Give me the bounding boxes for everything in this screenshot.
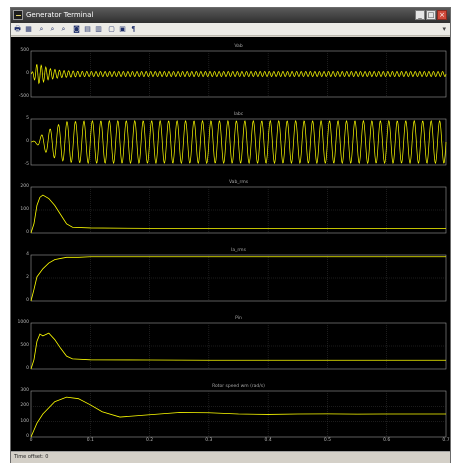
x-tick-label: 0.2 [145, 438, 154, 443]
y-tick-label: 0 [26, 71, 29, 76]
y-tick-label: 0 [26, 366, 29, 371]
y-tick-label: 300 [20, 388, 29, 393]
title-bar[interactable]: Generator Terminal _ □ × [11, 8, 450, 23]
y-tick-label: -5 [24, 162, 30, 167]
y-tick-label: 100 [20, 207, 29, 212]
y-tick-label: 200 [20, 403, 29, 409]
close-button[interactable]: × [437, 10, 447, 20]
x-tick-label: 0.6 [383, 438, 391, 443]
x-tick-label: 0.7 [442, 438, 450, 443]
toolbar-dropdown-arrow-icon[interactable]: ▾ [442, 25, 446, 33]
legend-icon[interactable]: ¶ [129, 25, 138, 34]
plot-title: Ia_rms [231, 248, 246, 253]
status-bar: Time offset: 0 [11, 451, 450, 463]
y-tick-label: 5 [26, 116, 29, 121]
binoculars-icon[interactable]: ◙ [72, 25, 81, 34]
y-tick-label: 200 [20, 184, 29, 189]
y-tick-label: -500 [18, 94, 29, 99]
printer-icon[interactable]: 🖶 [13, 25, 22, 34]
save-axes-icon[interactable]: ▤ [83, 25, 92, 34]
x-tick-label: 0 [29, 438, 33, 443]
plot-title: Iabc [233, 112, 244, 117]
y-tick-label: 100 [20, 418, 29, 424]
x-tick-label: 0.3 [205, 438, 213, 443]
scope-app-icon [13, 10, 23, 20]
scope-window: Generator Terminal _ □ × 🖶 ▦ ⌕ ⌕ ⌕ ◙ ▤ ▥… [10, 7, 451, 463]
scope-toolbar: 🖶 ▦ ⌕ ⌕ ⌕ ◙ ▤ ▥ ▢ ▣ ¶ ▾ [11, 23, 450, 36]
maximize-button[interactable]: □ [426, 10, 436, 20]
x-tick-label: 0.5 [323, 438, 332, 443]
parameters-icon[interactable]: ▦ [24, 25, 33, 34]
y-tick-label: 500 [20, 343, 29, 348]
y-tick-label: 0 [26, 139, 29, 144]
plot-title: Pin [235, 316, 242, 321]
restore-axes-icon[interactable]: ▥ [94, 25, 103, 34]
zoom-y-icon[interactable]: ⌕ [59, 25, 68, 34]
x-tick-label: 0.1 [86, 438, 94, 443]
time-offset-label: Time offset: 0 [14, 454, 49, 460]
y-tick-label: 500 [20, 48, 29, 53]
plot-title: Vab [234, 44, 243, 49]
y-tick-label: 2 [26, 275, 29, 280]
zoom-icon[interactable]: ⌕ [37, 25, 46, 34]
y-tick-label: 0 [26, 230, 29, 235]
plot-title: Vab_rms [228, 180, 249, 185]
zoom-x-icon[interactable]: ⌕ [48, 25, 57, 34]
signal-selection-icon[interactable]: ▣ [118, 25, 127, 34]
scope-plot-area: -500 0 500 Vab -5 0 5 Iabc 0 100 200 Vab_rms 0 2 4 Ia_r… [11, 37, 450, 451]
window-title: Generator Terminal [26, 11, 94, 19]
y-tick-label: 0 [26, 434, 29, 439]
y-tick-label: 1000 [17, 320, 29, 325]
y-tick-label: 4 [26, 252, 29, 257]
x-tick-label: 0.4 [264, 438, 272, 443]
y-tick-label: 0 [26, 298, 29, 303]
floating-scope-icon[interactable]: ▢ [107, 25, 116, 34]
minimize-button[interactable]: _ [415, 10, 425, 20]
plot-title: Rotor speed wm (rad/s) [212, 384, 265, 389]
